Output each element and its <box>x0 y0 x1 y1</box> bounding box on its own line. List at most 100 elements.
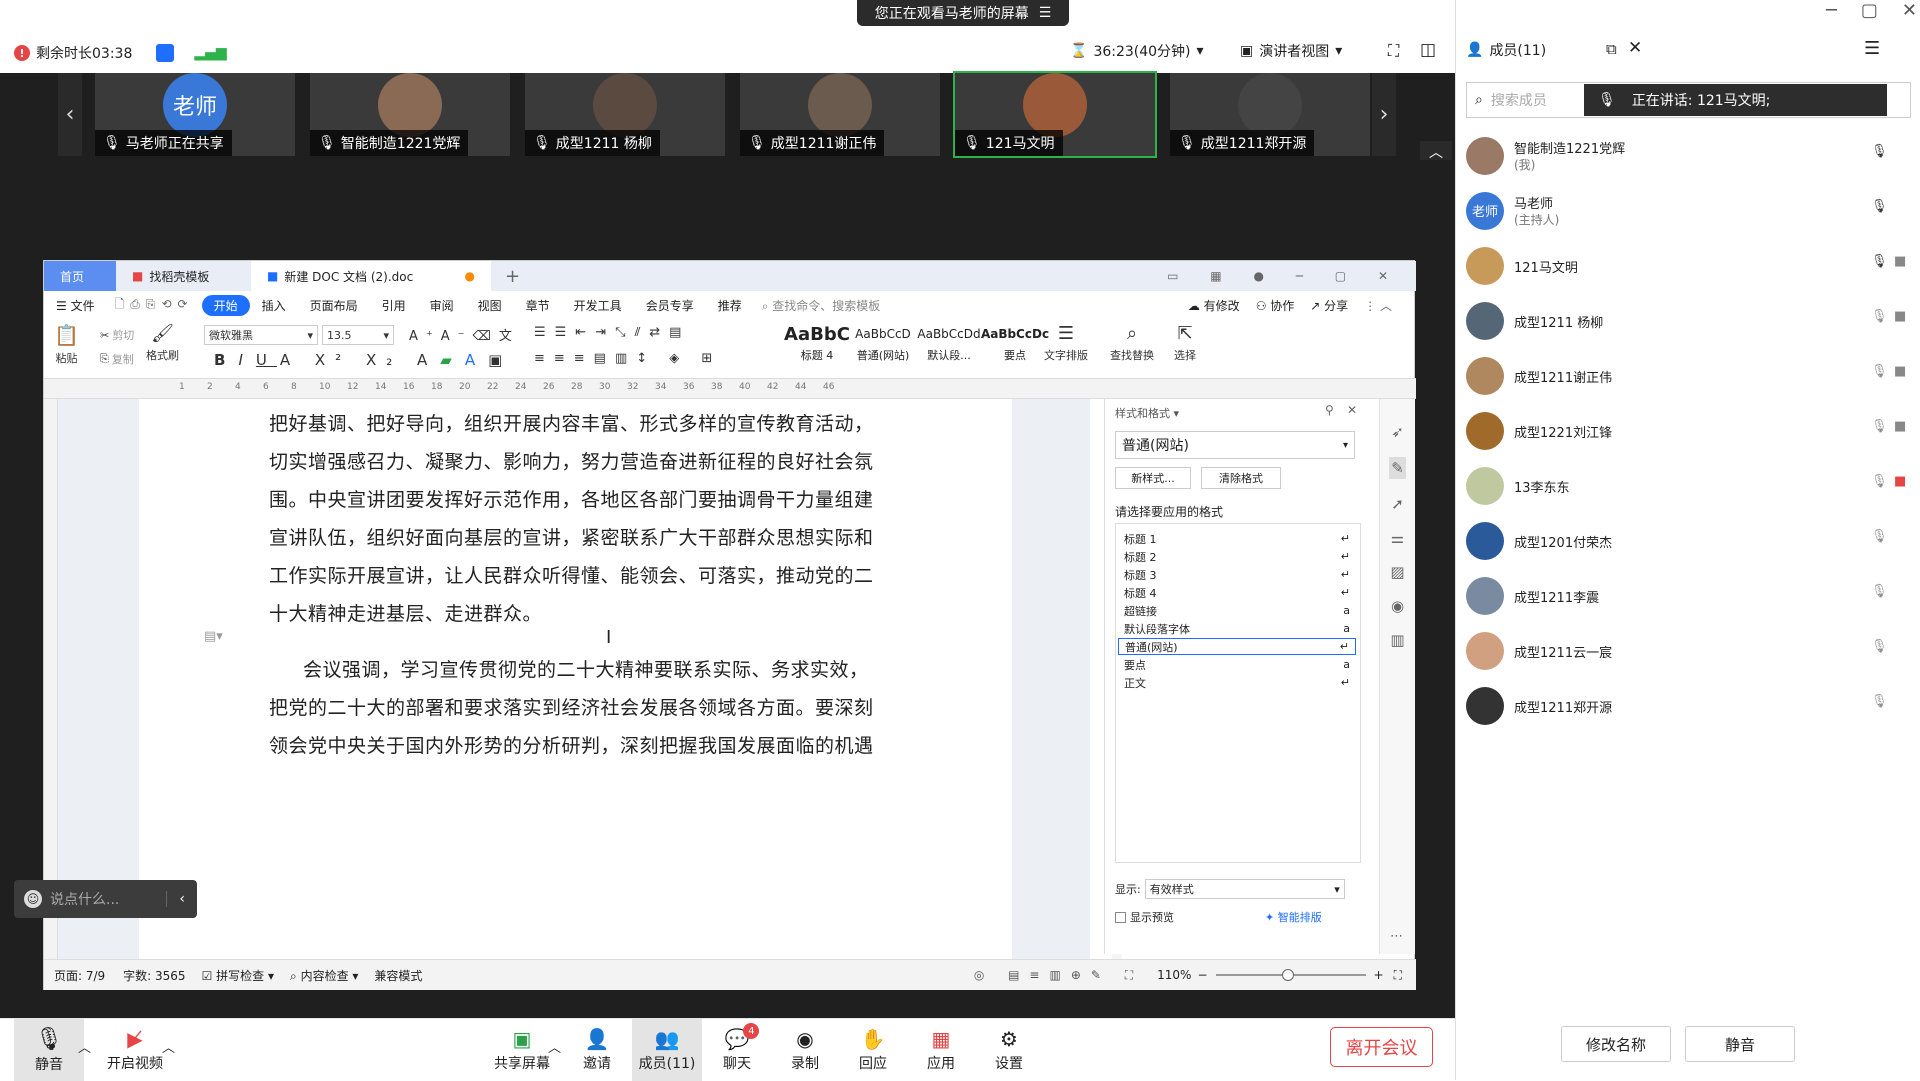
member-row[interactable]: 成型1211郑开源 🎙 <box>1456 678 1920 733</box>
fullscreen-icon[interactable]: ⛶ <box>1388 41 1399 61</box>
pointer-icon[interactable]: ➚ <box>1391 495 1404 513</box>
chat-button[interactable]: 💬 4 聊天 <box>702 1019 772 1081</box>
text-layout-button[interactable]: ☰ 文字排版 <box>1044 323 1088 363</box>
show-filter-select[interactable]: 有效样式 ▾ <box>1144 879 1345 899</box>
horizontal-ruler[interactable]: 1 2 4 6 8 10 12 14 16 18 20 22 24 26 28 30 32 34 36 38 40 42 4… <box>44 379 1416 399</box>
preview-checkbox[interactable]: 显示预览 <box>1115 909 1174 925</box>
member-row[interactable]: 成型1221刘江锋 🎙 ■ <box>1456 403 1920 458</box>
camera-icon[interactable]: ■ <box>1894 419 1906 434</box>
apps-button[interactable]: ▦ 应用 <box>906 1019 976 1081</box>
pen-icon[interactable]: ✎ <box>1389 457 1406 479</box>
camera-icon[interactable]: ■ <box>1894 254 1906 269</box>
video-tile[interactable]: 老师 🎙 马老师正在共享 <box>95 73 295 156</box>
pin-icon[interactable]: ⚲ <box>1325 403 1334 417</box>
camera-icon[interactable]: ■ <box>1894 364 1906 379</box>
style-gallery-item[interactable]: AaBbCcD 普通(网站) <box>850 321 916 371</box>
style-list-item[interactable]: 普通(网站) ↵ <box>1118 638 1356 655</box>
list-tools[interactable]: ☰☰⇤⇥⤡⫽⇄▤ <box>534 325 690 340</box>
microphone-muted-icon[interactable]: 🎙 <box>1871 639 1888 654</box>
menu-section[interactable]: 章节 <box>514 297 562 314</box>
microphone-icon[interactable]: 🎙 <box>1871 254 1888 269</box>
cut-button[interactable]: ✂ 剪切 <box>100 327 134 343</box>
quick-access-icons[interactable]: 🗋⎙⎘⟲⟳ <box>107 295 202 316</box>
members-button[interactable]: 👥 成员(11) <box>632 1019 702 1081</box>
popout-icon[interactable]: ⧉ <box>1606 40 1617 58</box>
page-indicator[interactable]: 页面: 7/9 <box>44 967 115 984</box>
menu-member[interactable]: 会员专享 <box>634 297 706 314</box>
current-style-select[interactable]: 普通(网站) ▾ <box>1115 431 1355 459</box>
sidebar-toggle-icon[interactable]: ◫ <box>1420 40 1436 60</box>
zoom-slider[interactable] <box>1215 969 1366 981</box>
menu-insert[interactable]: 插入 <box>250 297 298 314</box>
mute-all-button[interactable]: 静音 <box>1685 1026 1795 1062</box>
find-replace-button[interactable]: ⌕ 查找替换 <box>1110 323 1154 363</box>
ribbon-collapse-icon[interactable]: ⋮ ︿ <box>1356 297 1416 314</box>
style-list-item[interactable]: 默认段落字体 a <box>1118 620 1356 637</box>
font-family-select[interactable]: 微软雅黑 ▾ <box>204 325 318 345</box>
book-icon[interactable]: ▥ <box>1390 631 1404 649</box>
paragraph-handle-icon[interactable]: ▤▾ <box>204 629 223 644</box>
vertical-ruler[interactable] <box>44 399 58 959</box>
microphone-icon[interactable]: 🎙 <box>1871 199 1888 214</box>
menu-recommend[interactable]: 推荐 <box>706 297 754 314</box>
microphone-icon[interactable]: 🎙 <box>1871 144 1888 159</box>
view-selector[interactable]: ▣ 演讲者视图 ▾ <box>1240 41 1342 61</box>
signal-icon[interactable]: ▂▄▆ <box>194 45 226 61</box>
tab-home[interactable]: 首页 <box>44 261 116 291</box>
new-tab-icon[interactable]: + <box>505 266 520 287</box>
member-row[interactable]: 成型1201付荣杰 🎙 <box>1456 513 1920 568</box>
member-row[interactable]: 13李东东 🎙 ■ <box>1456 458 1920 513</box>
member-row[interactable]: 成型1211云一宸 🎙 <box>1456 623 1920 678</box>
menu-devtools[interactable]: 开发工具 <box>562 297 634 314</box>
meeting-timer[interactable]: ⌛ 36:23(40分钟) ▾ <box>1070 41 1204 61</box>
settings-button[interactable]: ⚙ 设置 <box>974 1019 1044 1081</box>
zoom-slider-thumb[interactable] <box>1281 969 1294 981</box>
style-list-item[interactable]: 标题 3 ↵ <box>1118 566 1356 583</box>
tab-document[interactable]: ■ 新建 DOC 文档 (2).doc ● <box>251 261 491 291</box>
camera-off-icon[interactable]: ■ <box>1894 474 1906 489</box>
leave-meeting-button[interactable]: 离开会议 <box>1330 1027 1433 1067</box>
microphone-muted-icon[interactable]: 🎙 <box>1871 529 1888 544</box>
view-mode-icons[interactable]: ◎ ▤≡▥⊕✎ ⛶ <box>966 968 1151 983</box>
style-gallery-item[interactable]: AaBbCcDc 要点 <box>981 321 1049 371</box>
modified-button[interactable]: ☁ 有修改 <box>1180 297 1248 314</box>
menu-reference[interactable]: 引用 <box>370 297 418 314</box>
screen-share-banner[interactable]: 您正在观看马老师的屏幕 ☰ <box>857 0 1069 26</box>
tab-template[interactable]: ■ 找稻壳模板 <box>116 261 251 291</box>
record-button[interactable]: ◉ 录制 <box>770 1019 840 1081</box>
rocket-icon[interactable]: ➶ <box>1391 423 1404 441</box>
microphone-muted-icon[interactable]: 🎙 <box>1871 364 1888 379</box>
style-list-item[interactable]: 超链接 a <box>1118 602 1356 619</box>
style-list-item[interactable]: 标题 1 ↵ <box>1118 530 1356 547</box>
video-tile[interactable]: 🎙 成型1211谢正伟 <box>740 73 940 156</box>
microphone-muted-icon[interactable]: 🎙 <box>1871 474 1888 489</box>
text-format-tools[interactable]: BIUA X² X₂ A ▰ A ▣ <box>214 351 512 369</box>
align-tools[interactable]: ≡≡≡▤▥↕ ◈ ⊞ <box>534 351 721 366</box>
mute-options-icon[interactable]: ︿ <box>78 1037 91 1056</box>
zoom-out-icon[interactable]: − <box>1197 968 1207 982</box>
microphone-muted-icon[interactable]: 🎙 <box>1871 584 1888 599</box>
select-button[interactable]: ⇱ 选择 <box>1174 323 1196 363</box>
menu-view[interactable]: 视图 <box>466 297 514 314</box>
microphone-muted-icon[interactable]: 🎙 <box>1871 309 1888 324</box>
font-size-select[interactable]: 13.5 ▾ <box>322 325 394 345</box>
spell-check[interactable]: ☑ 拼写检查 ▾ <box>194 967 282 984</box>
style-list-item[interactable]: 标题 2 ↵ <box>1118 548 1356 565</box>
collab-button[interactable]: ⚇ 协作 <box>1248 297 1303 314</box>
video-tile[interactable]: 🎙 成型1211郑开源 <box>1170 73 1370 156</box>
style-list-item[interactable]: 要点 a <box>1118 656 1356 673</box>
image-icon[interactable]: ▨ <box>1390 563 1404 581</box>
chat-input-bubble[interactable]: ☺ 说点什么... ‹ <box>14 880 197 918</box>
zoom-level[interactable]: 110% <box>1151 968 1197 982</box>
location-icon[interactable]: ◉ <box>1391 597 1404 615</box>
video-tile[interactable]: 🎙 121马文明 <box>953 71 1157 158</box>
strip-prev-button[interactable]: ‹ <box>58 73 82 156</box>
window-controls[interactable]: ▭ ▦ ● ─ ▢ ✕ <box>1167 269 1402 283</box>
shield-icon[interactable] <box>156 44 175 62</box>
font-tools[interactable]: A⁺A⁻⌫文 <box>409 325 520 344</box>
mute-button[interactable]: 🎙 静音 <box>14 1019 84 1081</box>
member-row[interactable]: 121马文明 🎙 ■ <box>1456 238 1920 293</box>
microphone-muted-icon[interactable]: 🎙 <box>1871 419 1888 434</box>
content-check[interactable]: ⌕ 内容检查 ▾ <box>282 967 366 984</box>
hamburger-icon[interactable]: ☰ <box>1864 38 1880 59</box>
